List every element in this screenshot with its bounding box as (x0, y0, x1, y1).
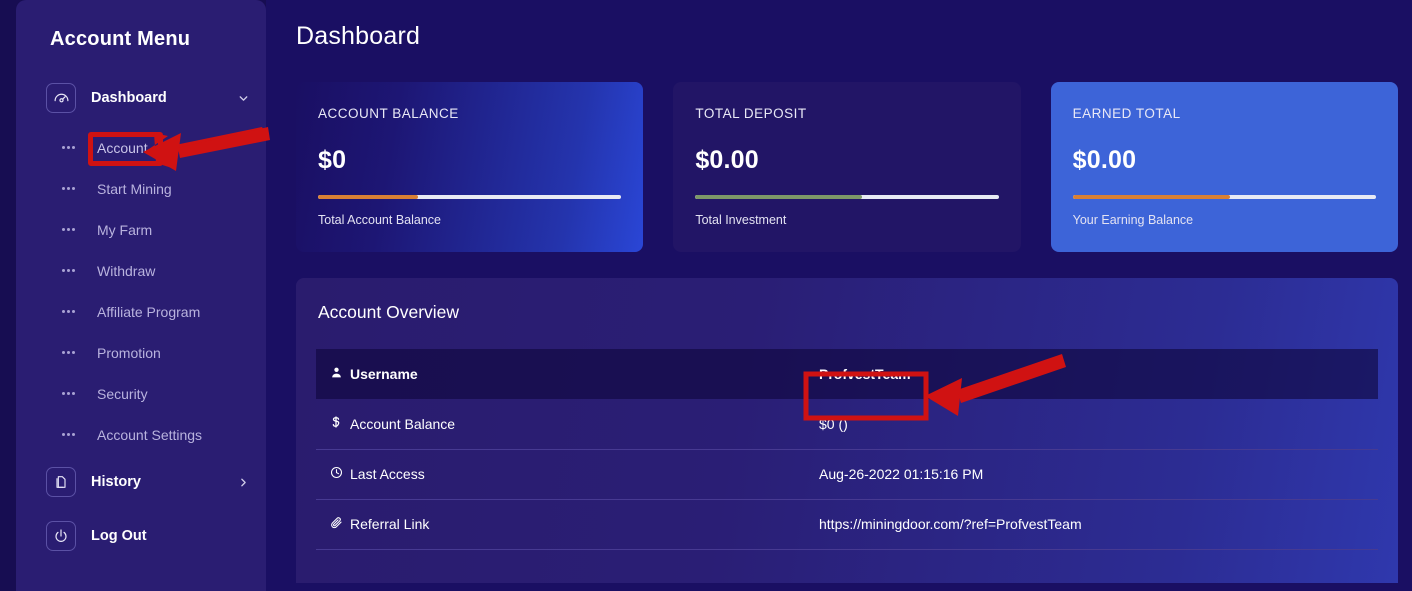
sidebar-group-dashboard[interactable]: Dashboard (16, 75, 266, 121)
dots-icon (62, 392, 78, 395)
paperclip-icon (330, 516, 350, 532)
table-row: Referral Link https://miningdoor.com/?re… (316, 499, 1378, 550)
row-label-cell: Referral Link (316, 499, 805, 550)
clock-icon (330, 466, 350, 482)
sidebar-item-label: Affiliate Program (97, 303, 201, 320)
row-label-cell: Account Balance (316, 399, 805, 450)
gauge-icon (46, 83, 76, 113)
sidebar-item-promotion[interactable]: Promotion (16, 332, 266, 373)
sidebar-item-affiliate-program[interactable]: Affiliate Program (16, 291, 266, 332)
main-content: Dashboard ACCOUNT BALANCE $0 Total Accou… (266, 0, 1412, 591)
sidebar-item-label: Account (97, 139, 148, 156)
dots-icon (62, 228, 78, 231)
sidebar-item-security[interactable]: Security (16, 373, 266, 414)
progress-track (695, 195, 999, 199)
table-header-label-cell: Username (316, 349, 805, 399)
card-value: $0.00 (1072, 146, 1137, 174)
sidebar-title: Account Menu (50, 28, 191, 50)
card-caption: EARNED TOTAL (1072, 106, 1181, 121)
table-row: Account Balance $0 () (316, 399, 1378, 450)
account-overview-table: Username ProfvestTeam Account Balance $0… (316, 349, 1378, 550)
progress-track (318, 195, 622, 199)
sidebar-item-label: My Farm (97, 221, 153, 238)
stat-cards: ACCOUNT BALANCE $0 Total Account Balance… (296, 82, 1398, 252)
sidebar-item-label: Start Mining (97, 180, 172, 197)
power-icon (46, 521, 76, 551)
sidebar-group-label: Dashboard (91, 90, 167, 106)
card-caption: TOTAL DEPOSIT (695, 106, 807, 121)
table-header-label: Username (350, 366, 418, 382)
card-earned-total: EARNED TOTAL $0.00 Your Earning Balance (1050, 82, 1398, 252)
dashboard-page: Account Menu Dashboard Account Start Min… (0, 0, 1412, 591)
table-row: Last Access Aug-26-2022 01:15:16 PM (316, 449, 1378, 500)
dots-icon (62, 310, 78, 313)
sidebar-item-label: Account Settings (97, 426, 203, 443)
row-label-cell: Last Access (316, 449, 805, 500)
sidebar-item-start-mining[interactable]: Start Mining (16, 168, 266, 209)
dots-icon (62, 269, 78, 272)
row-label: Account Balance (350, 416, 456, 433)
sidebar-item-label: Log Out (91, 528, 147, 544)
card-value: $0 (318, 146, 347, 174)
account-overview-panel: Account Overview Username ProfvestTeam A… (296, 278, 1398, 583)
card-subtitle: Total Investment (695, 213, 787, 227)
card-subtitle: Your Earning Balance (1072, 213, 1194, 227)
sidebar-item-label: History (91, 474, 141, 490)
dollar-icon (330, 415, 350, 432)
sidebar-item-label: Security (97, 385, 148, 402)
card-caption: ACCOUNT BALANCE (318, 106, 459, 121)
dots-icon (62, 351, 78, 354)
progress-track (1072, 195, 1376, 199)
sidebar-item-label: Withdraw (97, 262, 156, 279)
chevron-down-icon[interactable] (237, 92, 250, 105)
sidebar-item-log-out[interactable]: Log Out (16, 509, 266, 563)
row-value: Aug-26-2022 01:15:16 PM (805, 449, 1378, 500)
row-value[interactable]: https://miningdoor.com/?ref=ProfvestTeam (805, 499, 1378, 550)
sidebar-item-withdraw[interactable]: Withdraw (16, 250, 266, 291)
table-header-row: Username ProfvestTeam (316, 349, 1378, 399)
sidebar-item-history[interactable]: History (16, 455, 266, 509)
row-label: Referral Link (350, 516, 430, 532)
card-account-balance: ACCOUNT BALANCE $0 Total Account Balance (296, 82, 644, 252)
account-menu-sidebar: Account Menu Dashboard Account Start Min… (16, 0, 266, 591)
sidebar-submenu: Account Start Mining My Farm Withdraw Af… (16, 121, 266, 455)
chevron-right-icon[interactable] (237, 476, 250, 489)
card-total-deposit: TOTAL DEPOSIT $0.00 Total Investment (673, 82, 1021, 252)
sidebar-item-account[interactable]: Account (16, 127, 266, 168)
documents-icon (46, 467, 76, 497)
dots-icon (62, 187, 78, 190)
card-subtitle: Total Account Balance (318, 213, 441, 227)
sidebar-container: Account Menu Dashboard Account Start Min… (0, 0, 266, 591)
referral-link[interactable]: https://miningdoor.com/?ref=ProfvestTeam (819, 516, 1082, 532)
panel-title: Account Overview (318, 302, 460, 322)
dots-icon (62, 146, 78, 149)
row-value: $0 () (805, 399, 1378, 450)
sidebar-item-account-settings[interactable]: Account Settings (16, 414, 266, 455)
user-icon (330, 366, 350, 382)
row-label: Last Access (350, 466, 425, 482)
dots-icon (62, 433, 78, 436)
sidebar-item-label: Promotion (97, 344, 161, 361)
card-value: $0.00 (695, 146, 759, 174)
sidebar-item-my-farm[interactable]: My Farm (16, 209, 266, 250)
page-title: Dashboard (296, 22, 421, 50)
username-value-cell: ProfvestTeam (805, 349, 1378, 399)
